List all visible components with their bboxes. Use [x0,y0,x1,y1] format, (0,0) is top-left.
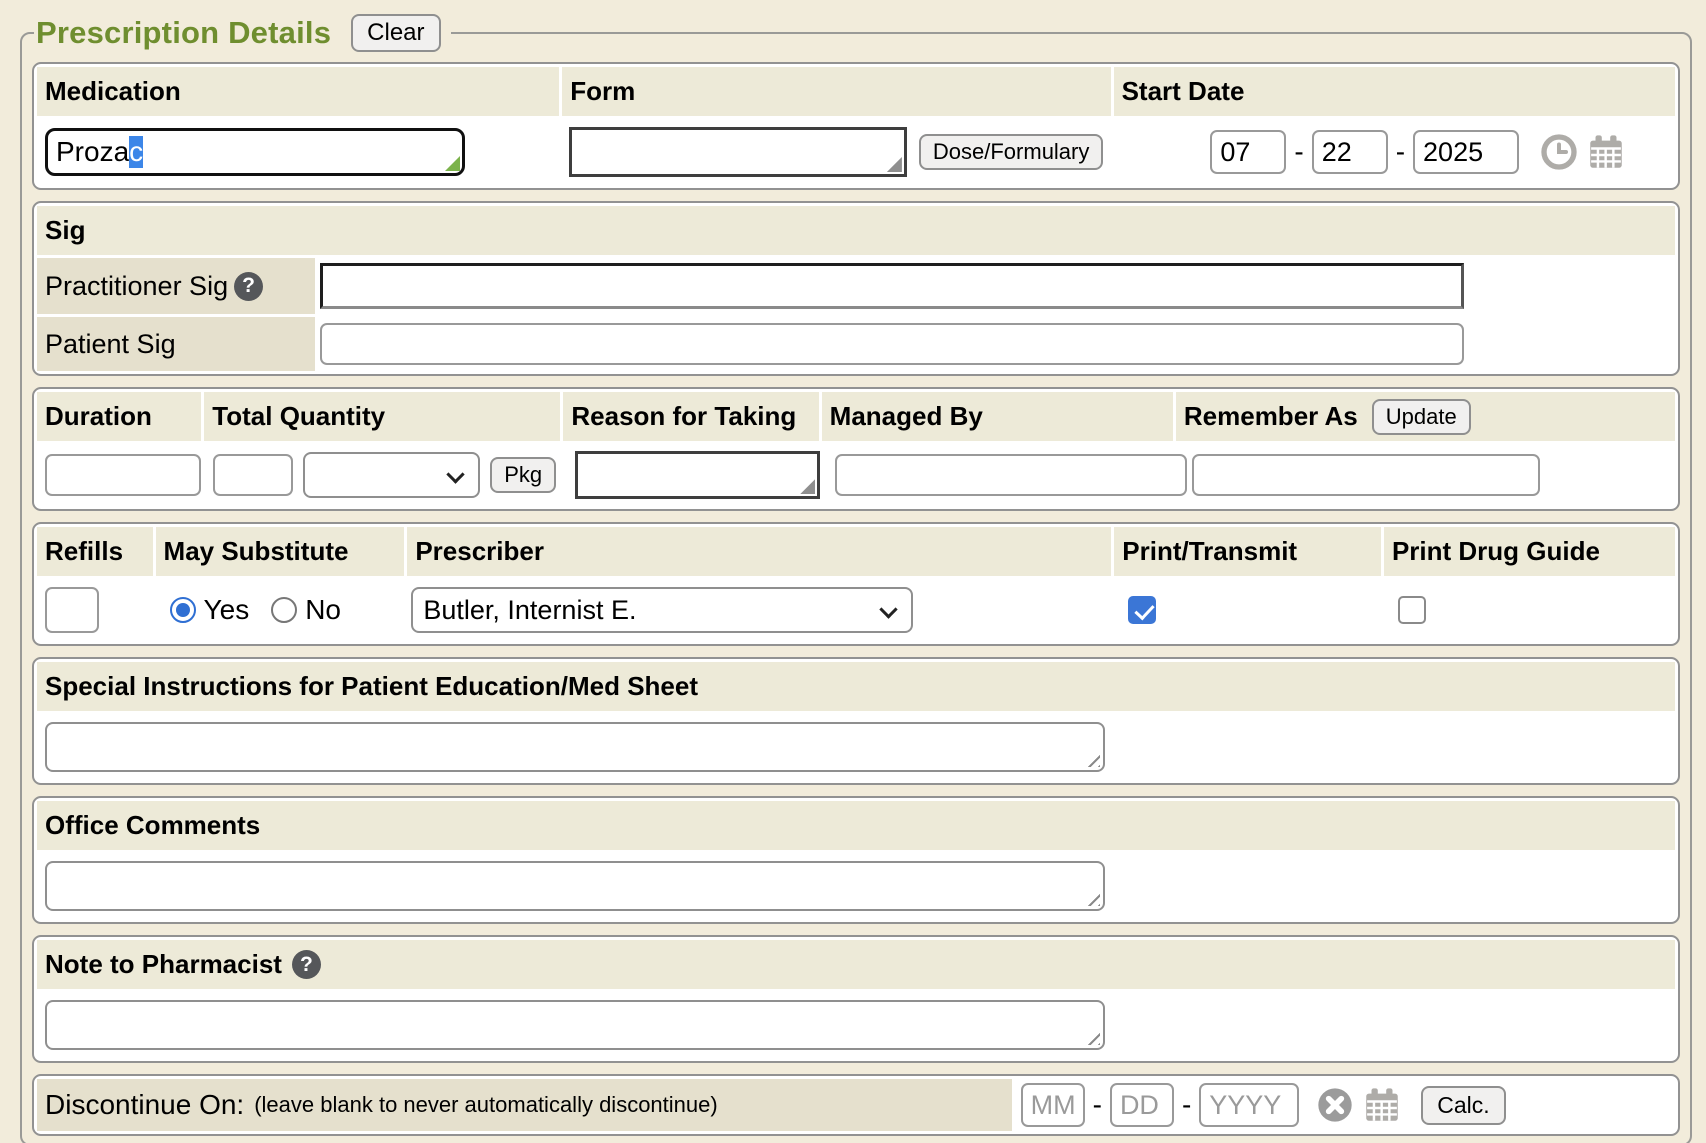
managed-by-input[interactable] [835,454,1187,496]
prescriber-select[interactable]: Butler, Internist E. [411,587,913,633]
remember-as-input[interactable] [1192,454,1540,496]
discontinue-table: Discontinue On: (leave blank to never au… [32,1074,1680,1136]
update-button[interactable]: Update [1372,399,1471,435]
discontinue-label: Discontinue On: (leave blank to never au… [37,1079,1012,1131]
duration-column-header: Duration [37,392,201,441]
print-drug-guide-checkbox[interactable] [1398,596,1426,624]
calendar-icon[interactable] [1585,131,1627,173]
discontinue-day-input[interactable] [1110,1083,1174,1127]
total-quantity-input[interactable] [213,454,293,496]
clear-button[interactable]: Clear [351,14,440,52]
sig-header: Sig [37,206,1675,255]
no-radio-label: No [305,594,341,626]
may-substitute-no-radio[interactable] [271,597,297,623]
chevron-down-icon [880,600,898,618]
office-comments-table: Office Comments [32,796,1680,924]
page-title: Prescription Details [36,15,331,51]
office-comments-header: Office Comments [37,801,1675,850]
note-to-pharmacist-table: Note to Pharmacist ? [32,935,1680,1063]
prescription-details-section: Prescription Details Clear Medication Fo… [20,14,1692,1143]
total-quantity-column-header: Total Quantity [204,392,560,441]
date-separator: - [1180,1089,1193,1121]
medication-table: Medication Form Start Date Prozac Dose/F… [32,62,1680,190]
medication-column-header: Medication [37,67,559,116]
reason-for-taking-input[interactable] [575,451,820,499]
may-substitute-column-header: May Substitute [156,527,405,576]
sig-table: Sig Practitioner Sig? Patient Sig [32,201,1680,376]
prescriber-column-header: Prescriber [407,527,1111,576]
quantity-table: Duration Total Quantity Reason for Takin… [32,387,1680,511]
patient-sig-label: Patient Sig [37,317,315,371]
reason-column-header: Reason for Taking [563,392,818,441]
print-transmit-checkbox[interactable] [1128,596,1156,624]
dose-formulary-button[interactable]: Dose/Formulary [919,134,1103,170]
form-column-header: Form [562,67,1110,116]
start-date-year-input[interactable] [1413,130,1519,174]
special-instructions-textarea[interactable] [45,722,1105,772]
discontinue-hint: (leave blank to never automatically disc… [254,1092,717,1118]
discontinue-year-input[interactable] [1199,1083,1299,1127]
special-instructions-header: Special Instructions for Patient Educati… [37,662,1675,711]
practitioner-sig-input[interactable] [320,263,1464,309]
office-comments-textarea[interactable] [45,861,1105,911]
prescription-details-legend: Prescription Details Clear [34,14,451,52]
print-drug-guide-column-header: Print Drug Guide [1384,527,1675,576]
pkg-button[interactable]: Pkg [490,457,556,493]
managed-by-column-header: Managed By [822,392,1173,441]
may-substitute-yes-radio[interactable] [170,597,196,623]
print-transmit-column-header: Print/Transmit [1114,527,1381,576]
form-input[interactable] [569,127,907,177]
calc-button[interactable]: Calc. [1421,1086,1505,1125]
note-to-pharmacist-textarea[interactable] [45,1000,1105,1050]
start-date-column-header: Start Date [1114,67,1675,116]
refills-column-header: Refills [37,527,153,576]
clear-date-icon[interactable] [1315,1085,1355,1125]
medication-value: Proza [56,136,129,168]
calendar-icon[interactable] [1361,1084,1403,1126]
refills-table: Refills May Substitute Prescriber Print/… [32,522,1680,646]
start-date-day-input[interactable] [1312,130,1388,174]
yes-radio-label: Yes [204,594,250,626]
date-separator: - [1394,136,1407,168]
special-instructions-table: Special Instructions for Patient Educati… [32,657,1680,785]
remember-as-column-header: Remember As Update [1176,392,1675,441]
note-to-pharmacist-header: Note to Pharmacist ? [37,940,1675,989]
medication-value-selected-text: c [129,136,143,168]
discontinue-month-input[interactable] [1021,1083,1085,1127]
patient-sig-input[interactable] [320,323,1464,365]
clock-icon[interactable] [1539,132,1579,172]
chevron-down-icon [447,465,465,483]
medication-input[interactable]: Prozac [45,128,465,176]
date-separator: - [1292,136,1305,168]
refills-input[interactable] [45,587,99,633]
practitioner-sig-help-icon[interactable]: ? [234,272,263,301]
date-separator: - [1091,1089,1104,1121]
note-to-pharmacist-help-icon[interactable]: ? [292,950,321,979]
duration-input[interactable] [45,454,201,496]
quantity-unit-select[interactable] [303,452,480,498]
practitioner-sig-label: Practitioner Sig? [37,258,315,314]
start-date-month-input[interactable] [1210,130,1286,174]
